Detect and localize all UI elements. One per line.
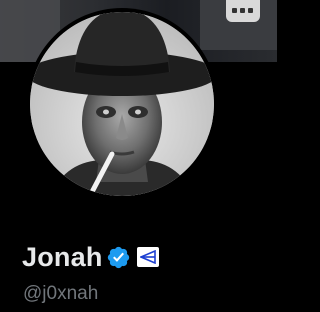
profile-name-row: Jonah <box>22 240 159 274</box>
profile-handle: @j0xnah <box>23 283 99 304</box>
banner-sign <box>226 0 260 22</box>
avatar[interactable] <box>30 12 214 196</box>
avatar-portrait-image <box>30 12 214 196</box>
affiliate-badge-icon[interactable] <box>136 247 159 267</box>
display-name: Jonah <box>22 242 103 272</box>
verified-badge-icon[interactable] <box>106 245 131 270</box>
